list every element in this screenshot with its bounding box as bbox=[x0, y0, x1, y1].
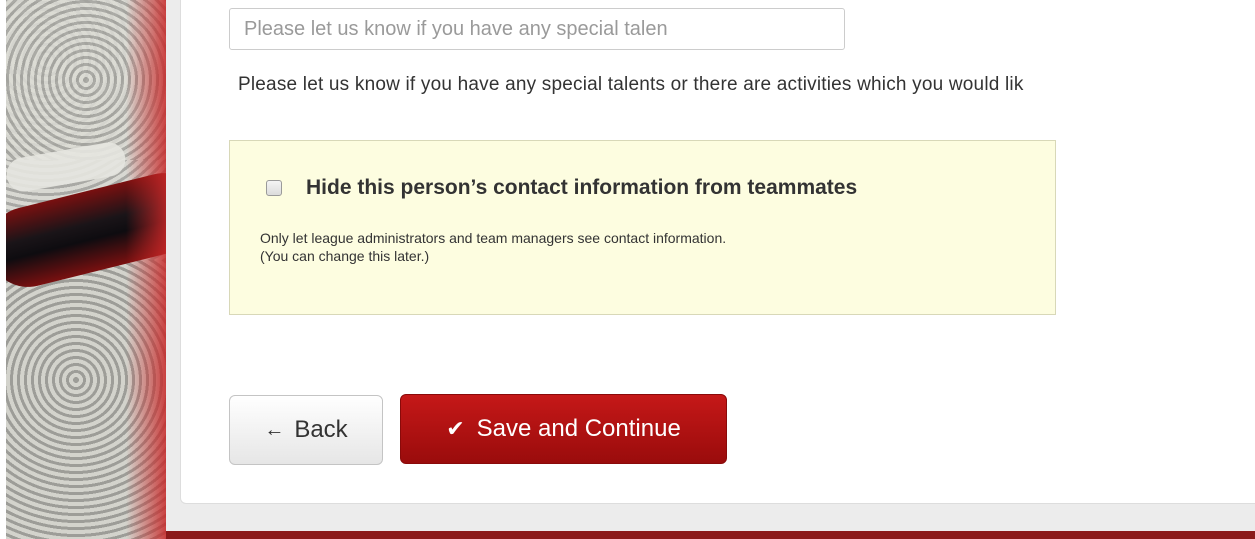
hide-contact-description-line2: (You can change this later.) bbox=[260, 248, 430, 264]
footer-bar bbox=[166, 531, 1255, 539]
hide-contact-description: Only let league administrators and team … bbox=[260, 229, 726, 265]
save-button-label: Save and Continue bbox=[476, 415, 681, 442]
checkmark-icon: ✔ bbox=[446, 416, 465, 441]
background-artwork bbox=[6, 0, 166, 539]
back-button-label: Back bbox=[294, 416, 348, 443]
special-talents-help-text: Please let us know if you have any speci… bbox=[238, 74, 1024, 95]
page: Please let us know if you have any speci… bbox=[0, 0, 1255, 539]
hide-contact-description-line1: Only let league administrators and team … bbox=[260, 230, 727, 246]
hide-contact-notice-box bbox=[229, 140, 1056, 315]
special-talents-input[interactable] bbox=[229, 8, 845, 50]
save-and-continue-button[interactable]: ✔ Save and Continue bbox=[400, 394, 727, 464]
arrow-left-icon: ← bbox=[264, 418, 285, 441]
hide-contact-checkbox-label[interactable]: Hide this person’s contact information f… bbox=[306, 176, 857, 200]
back-button[interactable]: ← Back bbox=[229, 395, 383, 465]
hide-contact-checkbox[interactable] bbox=[266, 180, 282, 196]
